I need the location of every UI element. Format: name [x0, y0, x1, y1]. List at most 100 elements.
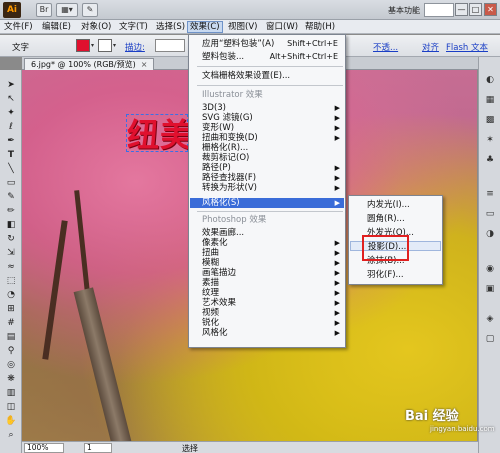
arrange-docs-button[interactable]: ▦▾ [56, 3, 78, 17]
menu-item-video[interactable]: 视频 ▶ [190, 308, 344, 318]
color-panel-icon[interactable]: ◐ [483, 73, 497, 87]
rotate-tool-icon[interactable]: ↻ [3, 232, 19, 246]
mesh-tool-icon[interactable]: # [3, 316, 19, 330]
opacity-link[interactable]: 不透... [373, 41, 398, 53]
column-graph-tool-icon[interactable]: ▥ [3, 386, 19, 400]
menu-item-distort[interactable]: 扭曲 ▶ [190, 248, 344, 258]
menu-item-distort-transform[interactable]: 扭曲和变换(D) ▶ [190, 133, 344, 143]
warp-tool-icon[interactable]: ≈ [3, 260, 19, 274]
menu-item-pixelate[interactable]: 像素化 ▶ [190, 238, 344, 248]
menu-section-illustrator-effects: Illustrator 效果 [202, 90, 263, 100]
swatches-icon[interactable]: ▩ [483, 113, 497, 127]
color-guide-icon[interactable]: ▦ [483, 93, 497, 107]
menu-effect[interactable]: 效果(C) [187, 21, 223, 33]
submenu-item-inner-glow[interactable]: 内发光(I)... [350, 200, 441, 210]
align-link[interactable]: 对齐 [422, 41, 439, 53]
close-tab-icon[interactable]: × [141, 60, 148, 69]
search-input[interactable] [424, 3, 454, 17]
artboard-tool-icon[interactable]: ◫ [3, 400, 19, 414]
menu-select[interactable]: 选择(S) [154, 21, 187, 33]
bridge-button[interactable]: Br [36, 3, 52, 17]
menu-object[interactable]: 对象(O) [79, 21, 113, 33]
symbols-icon[interactable]: ♣ [483, 153, 497, 167]
magic-wand-tool-icon[interactable]: ✦ [3, 106, 19, 120]
menu-item-3d[interactable]: 3D(3) ▶ [190, 103, 344, 113]
menu-item-apply-plastic-wrap[interactable]: 应用“塑料包装”(A) Shift+Ctrl+E [190, 39, 344, 49]
stroke-weight-field[interactable] [155, 39, 185, 52]
menu-item-sharpen[interactable]: 锐化 ▶ [190, 318, 344, 328]
menu-item-sketch[interactable]: 素描 ▶ [190, 278, 344, 288]
selection-type-label: 文字 [12, 43, 30, 53]
minimize-button[interactable]: — [455, 3, 468, 16]
flash-text-link[interactable]: Flash 文本 [446, 41, 488, 53]
menu-help[interactable]: 帮助(H) [303, 21, 337, 33]
appearance-panel-icon[interactable]: ◉ [483, 262, 497, 276]
direct-selection-tool-icon[interactable]: ↖ [3, 92, 19, 106]
maximize-button[interactable]: □ [469, 3, 482, 16]
hand-tool-icon[interactable]: ✋ [3, 414, 19, 428]
menu-item-raster-effects-settings[interactable]: 文档栅格效果设置(E)... [190, 71, 344, 81]
eraser-tool-icon[interactable]: ◧ [3, 218, 19, 232]
stroke-label[interactable]: 描边: [125, 41, 145, 53]
lasso-tool-icon[interactable]: ℓ [3, 120, 19, 134]
line-tool-icon[interactable]: ╲ [3, 162, 19, 176]
document-tab[interactable]: 6.jpg* @ 100% (RGB/预览) × [24, 58, 155, 70]
submenu-item-feather[interactable]: 羽化(F)... [350, 270, 441, 280]
workspace-switcher[interactable]: 基本功能 [388, 5, 420, 16]
menu-item-warp[interactable]: 变形(W) ▶ [190, 123, 344, 133]
paintbrush-tool-icon[interactable]: ✎ [3, 190, 19, 204]
transparency-panel-icon[interactable]: ◑ [483, 227, 497, 241]
scale-tool-icon[interactable]: ⇲ [3, 246, 19, 260]
symbol-sprayer-tool-icon[interactable]: ❋ [3, 372, 19, 386]
menu-item-stylize[interactable]: 风格化(S) ▶ [190, 198, 344, 208]
close-button[interactable]: ✕ [484, 3, 497, 16]
zoom-tool-icon[interactable]: ⌕ [3, 428, 19, 442]
menu-item-pathfinder[interactable]: 路径查找器(F) ▶ [190, 173, 344, 183]
menu-item-stylize-photoshop[interactable]: 风格化 ▶ [190, 328, 344, 338]
gradient-tool-icon[interactable]: ▤ [3, 330, 19, 344]
stroke-color-swatch[interactable] [98, 39, 112, 52]
illustrator-logo: Ai [3, 2, 21, 18]
fill-color-swatch[interactable] [76, 39, 90, 52]
stroke-dropdown-icon[interactable]: ▾ [113, 40, 120, 51]
menu-item-crop-marks[interactable]: 裁剪标记(O) [190, 153, 344, 163]
artboard-number-field[interactable]: 1 [84, 443, 112, 453]
menu-item-svg-filters[interactable]: SVG 滤镜(G) ▶ [190, 113, 344, 123]
menu-item-artistic[interactable]: 艺术效果 ▶ [190, 298, 344, 308]
selection-tool-icon[interactable]: ➤ [3, 78, 19, 92]
graphic-styles-icon[interactable]: ▣ [483, 282, 497, 296]
gradient-panel-icon[interactable]: ▭ [483, 207, 497, 221]
pen-tool-icon[interactable]: ✒ [3, 134, 19, 148]
menu-edit[interactable]: 编辑(E) [40, 21, 73, 33]
submenu-item-round-corners[interactable]: 圆角(R)... [350, 214, 441, 224]
rectangle-tool-icon[interactable]: ▭ [3, 176, 19, 190]
headline-text-object[interactable]: 纽美 [127, 110, 193, 156]
type-tool-icon[interactable]: T [3, 148, 19, 162]
pencil-tool-icon[interactable]: ✏ [3, 204, 19, 218]
blend-tool-icon[interactable]: ◎ [3, 358, 19, 372]
perspective-grid-tool-icon[interactable]: ⊞ [3, 302, 19, 316]
menu-item-effect-gallery[interactable]: 效果画廊... [190, 228, 344, 238]
eyedropper-tool-icon[interactable]: ⚲ [3, 344, 19, 358]
baidu-watermark: Bai 经验 [405, 409, 459, 424]
menu-item-plastic-wrap[interactable]: 塑料包装... Alt+Shift+Ctrl+E [190, 52, 344, 62]
fill-dropdown-icon[interactable]: ▾ [91, 40, 98, 51]
brushes-icon[interactable]: ✶ [483, 133, 497, 147]
shape-builder-tool-icon[interactable]: ◔ [3, 288, 19, 302]
stroke-panel-icon[interactable]: ≡ [483, 187, 497, 201]
menu-item-texture[interactable]: 纹理 ▶ [190, 288, 344, 298]
menu-item-path[interactable]: 路径(P) ▶ [190, 163, 344, 173]
zoom-field[interactable]: 100% [24, 443, 64, 453]
menu-file[interactable]: 文件(F) [2, 21, 35, 33]
menu-type[interactable]: 文字(T) [117, 21, 150, 33]
menu-item-convert-to-shape[interactable]: 转换为形状(V) ▶ [190, 183, 344, 193]
artboards-panel-icon[interactable]: ▢ [483, 332, 497, 346]
menu-item-blur[interactable]: 模糊 ▶ [190, 258, 344, 268]
menu-item-rasterize[interactable]: 栅格化(R)... [190, 143, 344, 153]
menu-view[interactable]: 视图(V) [226, 21, 259, 33]
menu-item-brush-strokes[interactable]: 画笔描边 ▶ [190, 268, 344, 278]
menu-window[interactable]: 窗口(W) [264, 21, 300, 33]
layers-panel-icon[interactable]: ◈ [483, 312, 497, 326]
brush-icon[interactable]: ✎ [82, 3, 98, 17]
free-transform-tool-icon[interactable]: ⬚ [3, 274, 19, 288]
